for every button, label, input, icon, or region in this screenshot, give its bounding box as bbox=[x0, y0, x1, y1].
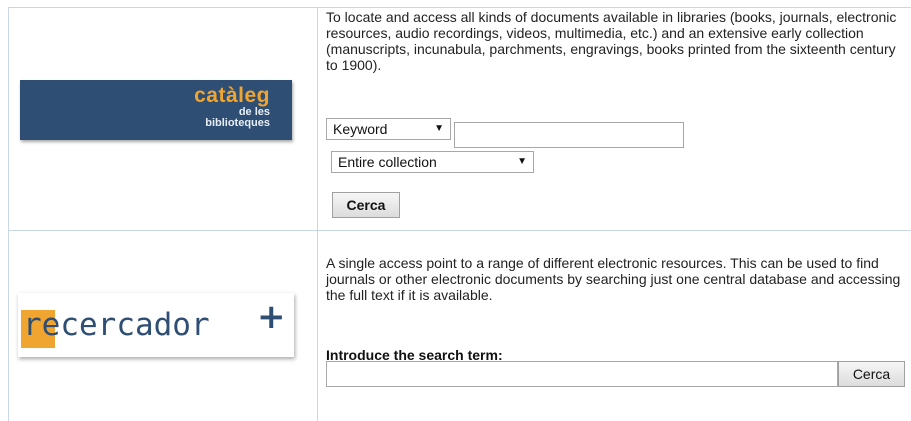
dropdown-arrow-icon: ▼ bbox=[434, 123, 444, 134]
recercador-search-input[interactable] bbox=[326, 361, 838, 387]
recercador-search-button[interactable]: Cerca bbox=[838, 361, 905, 387]
cataleg-search-input[interactable] bbox=[454, 122, 684, 148]
cataleg-logo-title: catàleg bbox=[194, 84, 270, 107]
search-type-select[interactable]: Keyword ▼ bbox=[326, 118, 451, 140]
recercador-logo-rest: cercador bbox=[60, 307, 210, 343]
table-column-divider bbox=[317, 7, 318, 421]
cataleg-description: To locate and access all kinds of docume… bbox=[326, 9, 897, 73]
cataleg-logo-subtitle-2: biblioteques bbox=[205, 117, 270, 129]
collection-select[interactable]: Entire collection ▼ bbox=[331, 151, 534, 173]
search-type-value: Keyword bbox=[333, 121, 388, 137]
recercador-logo-prefix: re bbox=[23, 307, 61, 343]
table-border-top bbox=[8, 7, 911, 8]
recercador-logo-plus: + bbox=[257, 297, 286, 337]
cataleg-logo[interactable]: catàleg de les biblioteques bbox=[20, 80, 292, 140]
collection-value: Entire collection bbox=[338, 154, 437, 170]
recercador-logo-word: recercador bbox=[23, 307, 210, 343]
table-border-left bbox=[8, 7, 9, 421]
recercador-logo[interactable]: recercador + bbox=[18, 293, 294, 357]
table-row-divider bbox=[8, 230, 911, 231]
recercador-description: A single access point to a range of diff… bbox=[326, 255, 901, 303]
cataleg-search-button[interactable]: Cerca bbox=[332, 192, 400, 218]
dropdown-arrow-icon: ▼ bbox=[517, 156, 527, 167]
